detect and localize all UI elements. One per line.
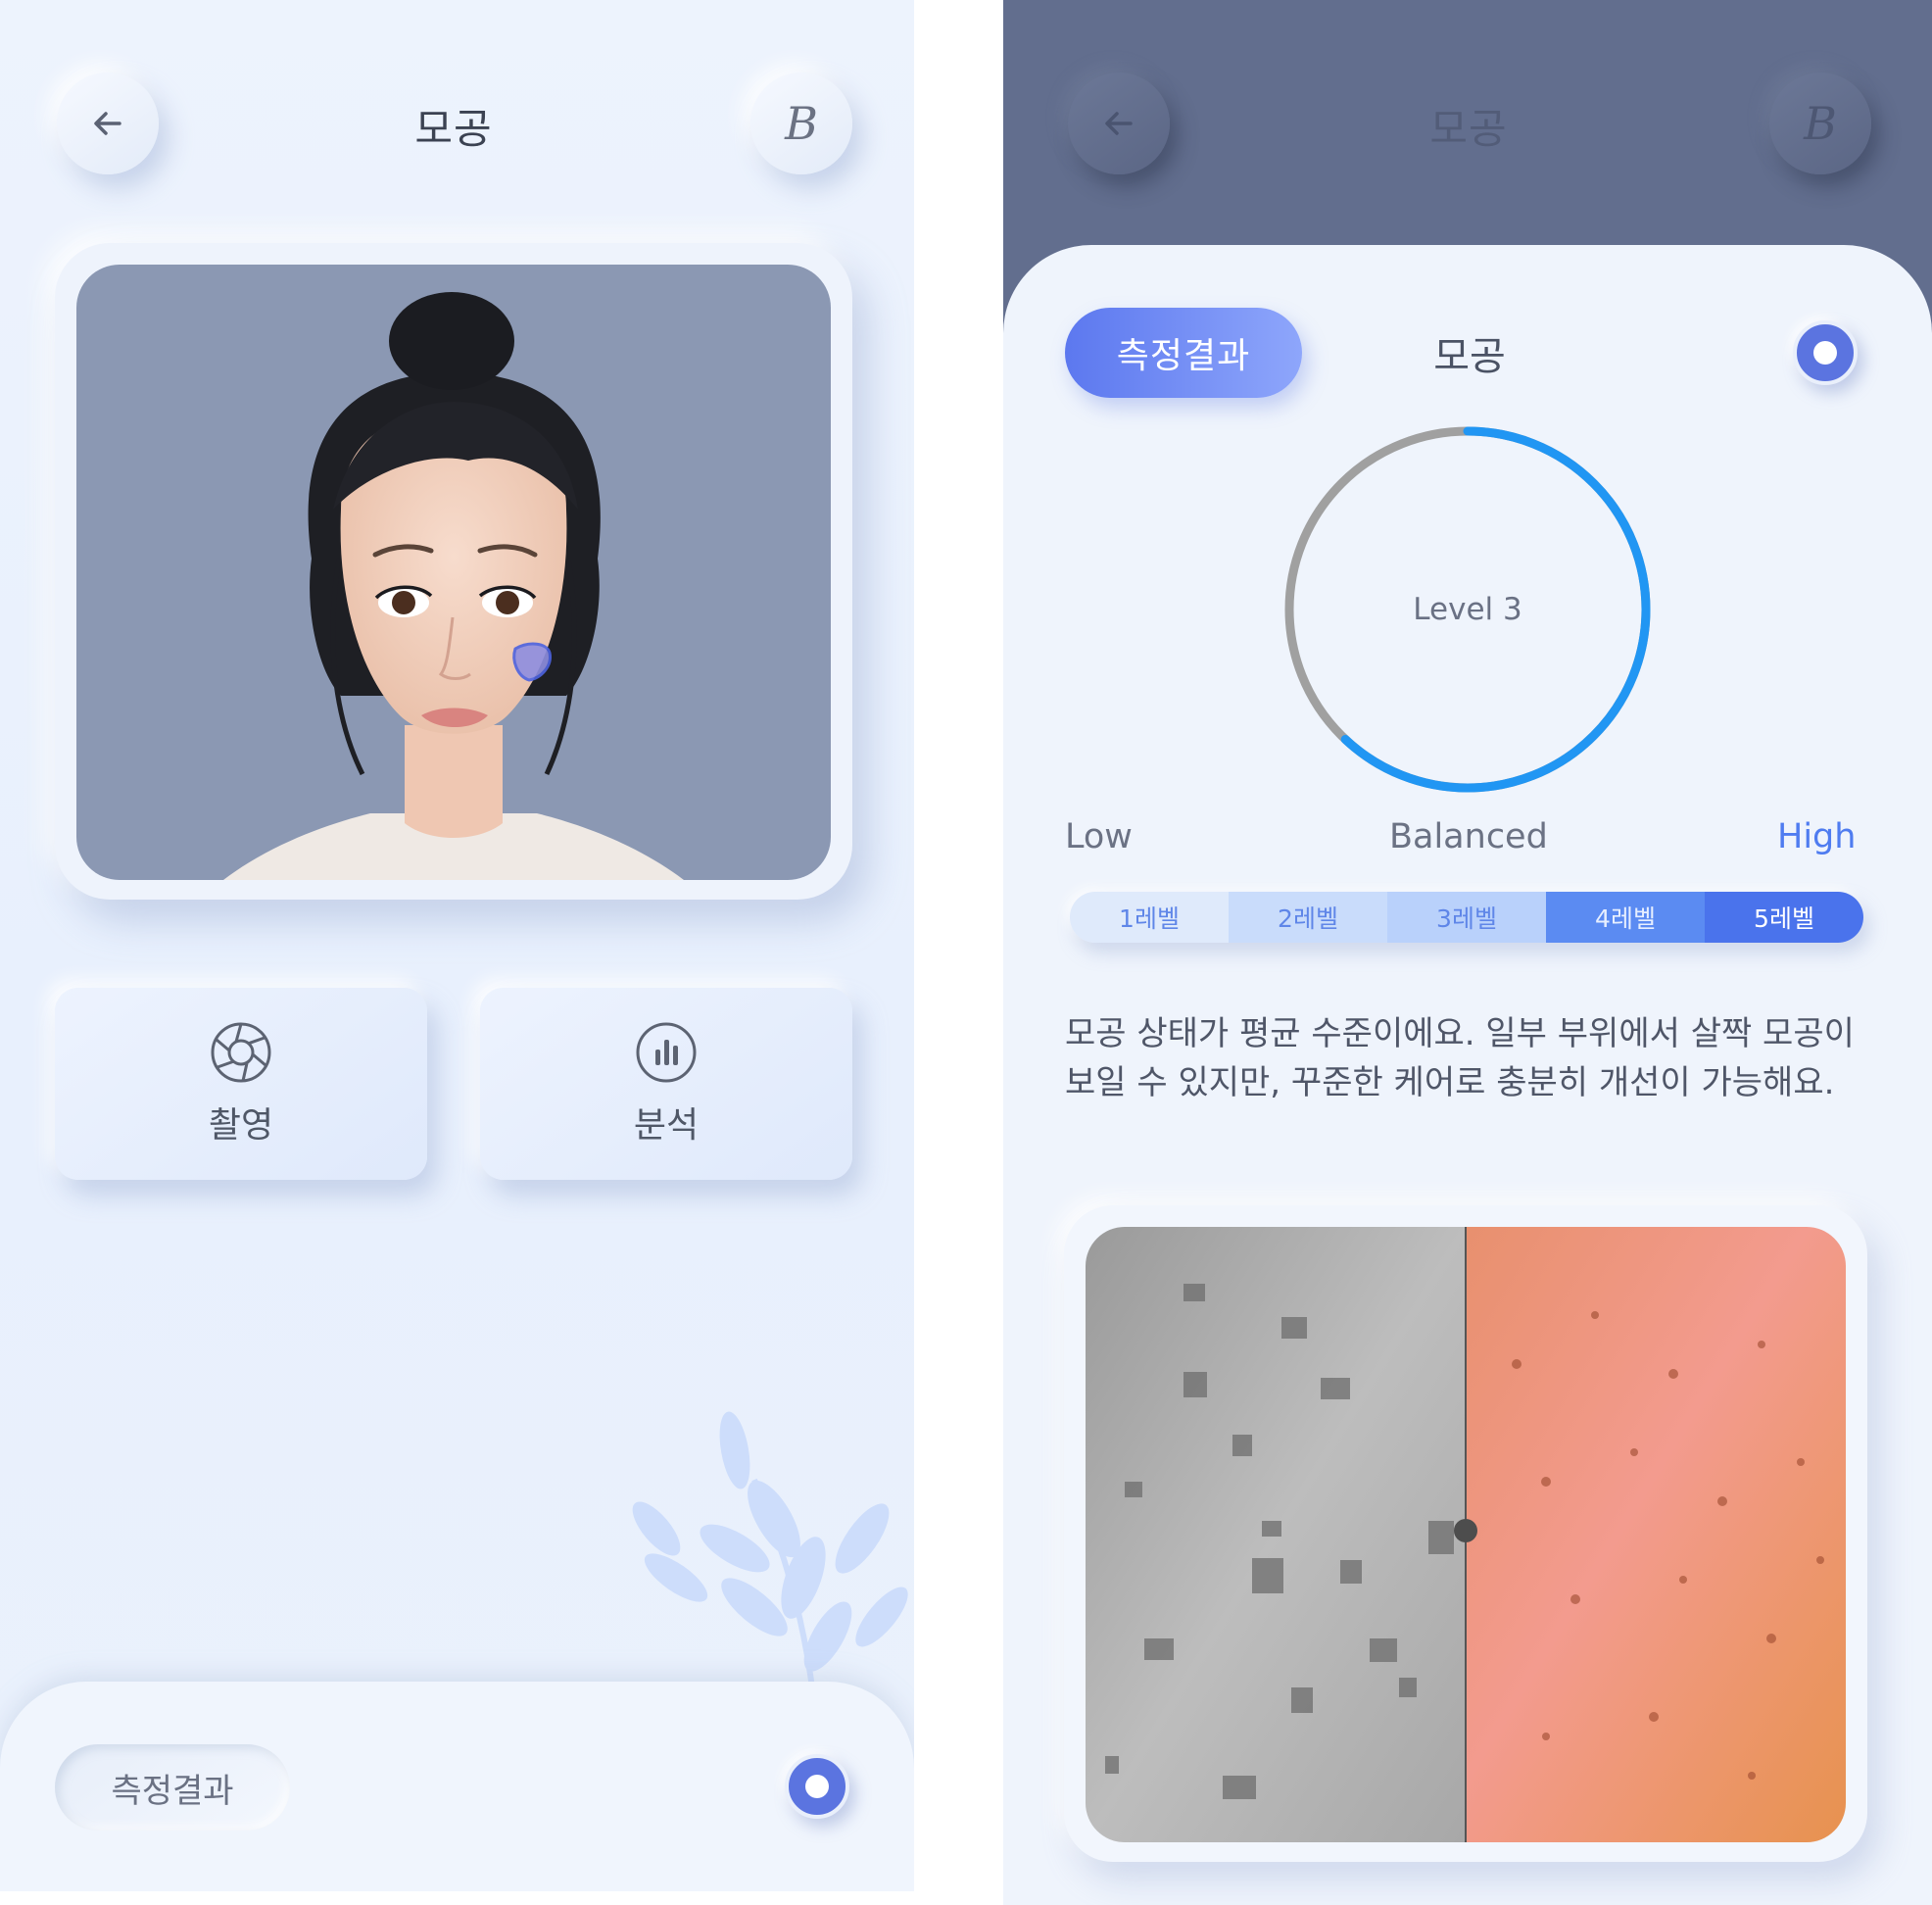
- result-sheet: 측정결과 모공 Level 3 Low Balanced High 1레벨 2레…: [1003, 245, 1932, 1905]
- tab-pore[interactable]: 모공: [1372, 308, 1568, 398]
- level-segment-3: 3레벨: [1387, 892, 1546, 943]
- back-button-dimmed[interactable]: [1068, 73, 1170, 174]
- result-button[interactable]: 측정결과: [55, 1744, 290, 1831]
- skin-comparison-visual: [1086, 1227, 1846, 1842]
- scale-mid-label: Balanced: [1389, 817, 1548, 856]
- brand-script-b-icon: B: [785, 97, 818, 150]
- right-screen: 모공 B 측정결과 모공 Level 3 Low Balanced High 1…: [1003, 0, 1932, 1905]
- skin-closeup-image: [1086, 1227, 1846, 1842]
- level-segment-5: 5레벨: [1705, 892, 1863, 943]
- face-photo: [76, 265, 831, 880]
- toggle-button[interactable]: [785, 1754, 849, 1819]
- radio-dot-icon: [1813, 341, 1837, 365]
- brand-script-b-icon: B: [1804, 97, 1837, 150]
- brand-button[interactable]: B: [750, 73, 852, 174]
- arrow-left-icon: [1105, 112, 1133, 135]
- capture-button[interactable]: 촬영: [55, 988, 427, 1180]
- page-title-dimmed: 모공: [1429, 105, 1508, 153]
- level-bar: 1레벨 2레벨 3레벨 4레벨 5레벨: [1070, 892, 1863, 943]
- bar-chart-icon: [636, 1022, 697, 1083]
- compare-slider-handle: [1454, 1519, 1477, 1542]
- gauge-level-label: Level 3: [1413, 592, 1522, 627]
- toggle-button[interactable]: [1793, 320, 1858, 385]
- skin-image-card: [1064, 1205, 1867, 1862]
- scale-low-label: Low: [1065, 817, 1133, 856]
- face-illustration: [223, 292, 684, 880]
- arrow-left-icon: [94, 112, 121, 135]
- left-screen: 모공 B 촬영 분석 측정결과: [0, 0, 914, 1891]
- level-segment-1: 1레벨: [1070, 892, 1229, 943]
- level-segment-4: 4레벨: [1546, 892, 1705, 943]
- result-description: 모공 상태가 평균 수준이에요. 일부 부위에서 살짝 모공이 보일 수 있지만…: [1065, 1009, 1878, 1107]
- back-button[interactable]: [57, 73, 159, 174]
- color-skin-closeup: [1466, 1227, 1846, 1842]
- bottom-bar: 측정결과: [0, 1682, 914, 1891]
- description-line-2: 보일 수 있지만, 꾸준한 케어로 충분히 개선이 가능해요.: [1065, 1063, 1835, 1102]
- brand-button-dimmed[interactable]: B: [1769, 73, 1871, 174]
- leaf-branch-icon: [632, 1411, 908, 1695]
- level-gauge: Level 3: [1280, 421, 1656, 798]
- analyze-button[interactable]: 분석: [480, 988, 852, 1180]
- photo-card: [55, 243, 852, 900]
- capture-label: 촬영: [208, 1105, 274, 1146]
- analyze-label: 분석: [633, 1105, 700, 1146]
- level-segment-2: 2레벨: [1229, 892, 1387, 943]
- description-line-1: 모공 상태가 평균 수준이에요. 일부 부위에서 살짝 모공이: [1065, 1014, 1855, 1053]
- camera-shutter-icon: [211, 1022, 271, 1083]
- radio-dot-icon: [805, 1775, 829, 1798]
- scale-high-label: High: [1777, 817, 1857, 856]
- tab-result[interactable]: 측정결과: [1065, 308, 1302, 398]
- page-title: 모공: [414, 105, 493, 153]
